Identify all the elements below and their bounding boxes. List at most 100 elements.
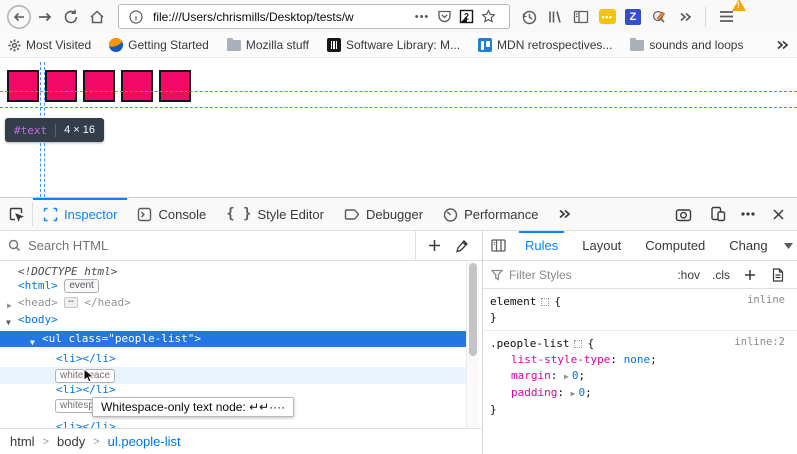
bookmark-star-icon[interactable] <box>477 6 499 28</box>
bookmarks-overflow-icon[interactable] <box>775 38 789 52</box>
bookmarks-bar: Most Visited Getting Started Mozilla stu… <box>0 33 797 58</box>
site-info-icon[interactable] <box>125 6 147 28</box>
breadcrumb-body[interactable]: body <box>57 434 85 449</box>
inspector-icon <box>43 207 58 222</box>
rule-selector[interactable]: element <box>490 295 536 308</box>
responsive-design-mode-button[interactable] <box>705 201 731 227</box>
markup-li-node[interactable]: <li></li> <box>56 420 116 428</box>
collapse-twisty-icon[interactable]: ▼ <box>6 316 11 330</box>
markup-whitespace-node-hovered[interactable]: whitespace <box>0 367 466 384</box>
console-icon <box>137 207 152 222</box>
event-badge[interactable]: event <box>64 279 98 293</box>
add-node-button[interactable] <box>422 234 446 258</box>
pink-box <box>121 70 153 102</box>
sidebar-tabs-dropdown-icon[interactable] <box>784 231 797 260</box>
markup-scrollbar[interactable] <box>466 261 479 428</box>
hamburger-menu-icon[interactable] <box>713 4 739 30</box>
breadcrumb-ul-people-list[interactable]: ul.people-list <box>108 434 181 449</box>
devtools-menu-icon[interactable] <box>735 201 761 227</box>
selector-highlighter-icon[interactable] <box>574 340 582 348</box>
highlighter-infobar: #text 4 × 16 <box>5 118 104 142</box>
bookmark-sounds-and-loops[interactable]: sounds and loops <box>630 38 743 52</box>
element-picker-button[interactable] <box>0 198 32 230</box>
screenshot-button[interactable] <box>670 201 696 227</box>
bookmark-software-library[interactable]: Software Library: M... <box>327 38 460 52</box>
svg-text:2: 2 <box>463 12 468 22</box>
filter-styles-input[interactable]: Filter Styles <box>509 268 668 282</box>
rule-element-style[interactable]: element{ } inline <box>483 289 797 331</box>
add-rule-button[interactable] <box>739 264 761 286</box>
expand-twisty-icon[interactable]: ▶ <box>7 299 12 313</box>
collapsed-content-badge[interactable]: ⋯ <box>64 297 77 308</box>
expand-value-icon[interactable]: ▶ <box>564 372 569 381</box>
library-icon[interactable] <box>542 4 568 30</box>
rules-list: element{ } inline .people-list{ list-sty… <box>483 289 797 454</box>
page-actions-icon[interactable]: ••• <box>411 6 433 28</box>
devtools-close-icon[interactable] <box>765 201 791 227</box>
more-tabs-icon[interactable] <box>549 198 579 230</box>
declaration-list-style-type[interactable]: list-style-type: none; <box>490 352 797 368</box>
expand-value-icon[interactable]: ▶ <box>571 389 576 398</box>
eyedropper-button[interactable] <box>450 234 474 258</box>
screenshot-extension-icon[interactable]: 2 <box>455 6 477 28</box>
pink-box <box>45 70 77 102</box>
tab-changes[interactable]: Chang <box>717 231 769 260</box>
tab-style-editor[interactable]: { } Style Editor <box>216 198 334 230</box>
screenshot-tool-icon[interactable] <box>646 4 672 30</box>
print-simulation-icon[interactable] <box>767 264 789 286</box>
url-bar[interactable]: file:///Users/chrismills/Desktop/tests/w… <box>118 4 510 29</box>
markup-ul-node-selected[interactable]: ▼ <ul class="people-list"> <box>0 331 466 347</box>
yellow-extension-icon[interactable]: ••• <box>594 4 620 30</box>
markup-body-node[interactable]: ▼ <body> <box>0 313 58 327</box>
search-icon <box>8 239 21 252</box>
back-button[interactable] <box>6 4 32 30</box>
history-icon[interactable] <box>516 4 542 30</box>
rule-source-link[interactable]: inline:2 <box>734 336 785 348</box>
markup-doctype[interactable]: <!DOCTYPE html> <box>18 265 117 279</box>
pink-box-row <box>7 70 191 102</box>
scrollbar-thumb[interactable] <box>469 263 477 356</box>
rule-selector[interactable]: .people-list <box>490 337 569 350</box>
tab-layout[interactable]: Layout <box>570 231 633 260</box>
devtools: Inspector Console { } Style Editor Debug… <box>0 197 797 454</box>
bookmark-mdn-retrospectives[interactable]: MDN retrospectives... <box>478 38 612 52</box>
reload-button[interactable] <box>58 4 84 30</box>
breadcrumb-html[interactable]: html <box>10 434 35 449</box>
markup-li-node[interactable]: <li></li> <box>56 352 116 366</box>
tab-computed[interactable]: Computed <box>633 231 717 260</box>
forward-button[interactable] <box>32 4 58 30</box>
pane-toggle-icon[interactable] <box>483 231 513 260</box>
tab-console[interactable]: Console <box>127 198 216 230</box>
pseudo-class-button[interactable]: :hov <box>674 268 703 282</box>
markup-head-node[interactable]: ▶ <head> ⋯ </head> <box>0 296 131 310</box>
overflow-chevron-icon[interactable] <box>672 4 698 30</box>
bookmark-most-visited[interactable]: Most Visited <box>8 38 91 52</box>
rule-people-list[interactable]: .people-list{ list-style-type: none; mar… <box>483 331 797 422</box>
trello-icon <box>478 38 492 52</box>
rules-panel: Rules Layout Computed Chang Filter Style… <box>483 231 797 454</box>
markup-li-node[interactable]: <li></li> <box>56 383 116 397</box>
tab-performance[interactable]: Performance <box>433 198 548 230</box>
home-button[interactable] <box>84 4 110 30</box>
performance-icon <box>443 207 458 222</box>
search-html-input[interactable]: Search HTML <box>28 238 415 253</box>
rule-source-link[interactable]: inline <box>747 294 785 306</box>
sidebar-toggle-icon[interactable] <box>568 4 594 30</box>
toolbar-actions: ••• Z <box>516 4 739 30</box>
tab-inspector[interactable]: Inspector <box>33 198 127 230</box>
folder-icon <box>630 40 644 51</box>
tab-rules[interactable]: Rules <box>513 231 570 260</box>
collapse-twisty-icon[interactable]: ▼ <box>30 335 35 351</box>
markup-html-node[interactable]: <html> event <box>18 279 99 293</box>
declaration-margin[interactable]: margin: ▶0; <box>490 368 797 385</box>
pink-box <box>159 70 191 102</box>
pocket-icon[interactable] <box>433 6 455 28</box>
zotero-icon[interactable]: Z <box>620 4 646 30</box>
class-toggle-button[interactable]: .cls <box>709 268 733 282</box>
url-text[interactable]: file:///Users/chrismills/Desktop/tests/w <box>153 10 411 24</box>
declaration-padding[interactable]: padding: ▶0; <box>490 385 797 402</box>
bookmark-mozilla-stuff[interactable]: Mozilla stuff <box>227 38 309 52</box>
selector-highlighter-icon[interactable] <box>541 298 549 306</box>
tab-debugger[interactable]: Debugger <box>334 198 433 230</box>
bookmark-getting-started[interactable]: Getting Started <box>109 38 209 52</box>
